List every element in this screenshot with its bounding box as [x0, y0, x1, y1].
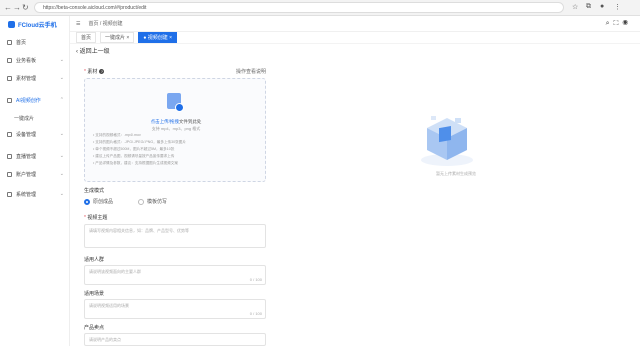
reload-icon[interactable]: ↻ — [22, 3, 29, 12]
logo-icon — [8, 20, 15, 28]
radio-dot — [84, 198, 90, 205]
sidebar-item-label: 账户管理 — [16, 171, 37, 178]
upload-hint: • 支持的视频格式：.mp4/.mov — [93, 133, 141, 137]
people-textarea[interactable]: 请说明该视频面向的主要人群 0 / 100 — [84, 265, 266, 285]
chevron-down-icon: ⌄ — [59, 131, 64, 137]
chevron-down-icon: ⌄ — [59, 171, 64, 177]
mode-radio-original[interactable]: 原创成品 — [84, 198, 113, 205]
sidebar-item-materials[interactable]: 素材管理 ⌄ — [0, 72, 70, 84]
chevron-down-icon: ⌄ — [59, 75, 64, 81]
chevron-down-icon: ⌄ — [59, 153, 64, 159]
upload-hint: • 产品详情及参数，建议：支持根据图片生成视频文案 — [93, 161, 178, 165]
sidebar-item-live[interactable]: 直播管理 ⌄ — [0, 150, 70, 162]
upload-file-icon — [167, 93, 184, 112]
video-icon — [7, 97, 12, 103]
title-textarea[interactable]: 请填写视频内容相关信息，如：品牌、产品型号、优势等 — [84, 224, 266, 248]
char-count: 0 / 100 — [249, 277, 262, 282]
user-icon — [7, 171, 12, 177]
sidebar-item-label: AI视频创作 — [16, 97, 41, 104]
profile-icon[interactable]: ● — [600, 3, 604, 10]
browser-toolbar: ← → ↻ https://beta-console.aicloud.com/#… — [0, 0, 640, 16]
top-bar: ☰ 首页 / 视频创建 ⌕⛶◉ — [70, 16, 640, 32]
sidebar-item-one-click[interactable]: 一键成片 — [0, 112, 70, 124]
upload-hint: • 单个视频不超过500M，图片不超过5M，最多10张 — [93, 147, 175, 151]
sidebar-item-accounts[interactable]: 账户管理 ⌄ — [0, 168, 70, 180]
tab-bar: 首页 一键成片 × ● 视频创建 × — [70, 32, 640, 44]
sidebar-item-home[interactable]: 首页 — [0, 36, 70, 48]
chevron-down-icon: ⌄ — [59, 191, 64, 197]
search-icon[interactable]: ⌕ — [606, 20, 614, 27]
sidebar-item-devices[interactable]: 设备管理 ⌄ — [0, 128, 70, 140]
gear-icon — [7, 191, 12, 197]
menu-icon[interactable]: ⋮ — [614, 3, 621, 11]
upload-dropzone[interactable]: 点击上传/拖拽文件到此处 支持 mp4、mp3、png 格式 • 支持的视频格式… — [84, 78, 266, 182]
bookmark-icon[interactable]: ☆ — [572, 3, 578, 11]
tab-video-create[interactable]: ● 视频创建 × — [138, 32, 178, 43]
sidebar-item-ai-video[interactable]: AI视频创作 ⌃ — [0, 94, 70, 106]
material-help-link[interactable]: 操作查看说明 — [236, 68, 266, 75]
back-link[interactable]: ‹ 返回上一级 — [76, 46, 110, 55]
radio-dot — [138, 198, 144, 205]
header-actions: ⌕⛶◉ — [606, 20, 632, 28]
upload-hint: • 支持的图片格式：.JPG/.JPEG/.PNG，最多上传30张图片 — [93, 140, 186, 144]
tab-home[interactable]: 首页 — [76, 32, 97, 43]
preview-panel: 暂无上传素材生成预览 — [272, 44, 640, 346]
device-icon — [7, 131, 12, 137]
empty-state-illustration — [421, 116, 473, 166]
sidebar-item-system[interactable]: 系统管理 ⌄ — [0, 188, 70, 200]
live-icon — [7, 153, 12, 159]
chevron-up-icon: ⌃ — [59, 97, 64, 103]
dashboard-icon — [7, 57, 12, 63]
breadcrumb-separator: / — [99, 21, 102, 27]
sidebar-item-label: 业务看板 — [16, 57, 37, 64]
char-count: 0 / 100 — [249, 311, 262, 316]
folder-icon — [7, 75, 12, 81]
selling-label: 产品卖点 — [84, 325, 105, 331]
back-arrow-icon[interactable]: ← — [4, 3, 12, 12]
sidebar-item-dashboard[interactable]: 业务看板 ⌄ — [0, 54, 70, 66]
breadcrumb-home[interactable]: 首页 — [88, 21, 98, 27]
logo-text: FCloud云手机 — [18, 22, 57, 29]
chevron-down-icon: ⌄ — [59, 57, 64, 63]
selling-textarea[interactable]: 请说明产品的卖点 — [84, 333, 266, 346]
sidebar-item-label: 一键成片 — [14, 115, 35, 122]
sidebar-item-label: 直播管理 — [16, 153, 37, 160]
material-label: * 素材? — [84, 69, 105, 75]
breadcrumb-current: 视频创建 — [102, 21, 123, 27]
mode-label: 生成模式 — [84, 188, 105, 194]
breadcrumb: 首页 / 视频创建 — [88, 20, 122, 27]
scene-label: 适用场景 — [84, 291, 105, 297]
help-icon[interactable]: ? — [99, 69, 105, 74]
home-icon — [7, 39, 12, 45]
tab-one-click[interactable]: 一键成片 × — [100, 32, 135, 43]
sidebar-item-label: 设备管理 — [16, 131, 37, 138]
forward-arrow-icon[interactable]: → — [13, 3, 21, 12]
app-logo[interactable]: FCloud云手机 — [0, 16, 69, 32]
title-label: * 视频主题 — [84, 215, 108, 221]
upload-title: 点击上传/拖拽文件到此处 — [150, 119, 202, 124]
upload-subtitle: 支持 mp4、mp3、png 格式 — [151, 126, 201, 131]
empty-state-text: 暂无上传素材生成预览 — [436, 171, 476, 176]
mode-radio-template[interactable]: 模板仿写 — [138, 198, 167, 205]
extensions-icon[interactable]: ⧉ — [586, 3, 591, 11]
people-label: 适用人群 — [84, 257, 105, 263]
sidebar-item-label: 系统管理 — [16, 191, 37, 198]
collapse-menu-icon[interactable]: ☰ — [76, 21, 80, 27]
address-bar[interactable]: https://beta-console.aicloud.com/#/produ… — [34, 2, 564, 13]
sidebar-item-label: 首页 — [16, 39, 27, 46]
upload-hint: • 建议上传产品图，视频请尽量按产品宣传要求上传 — [93, 154, 175, 158]
sidebar-item-label: 素材管理 — [16, 75, 37, 82]
scene-textarea[interactable]: 请说明视频适用的场景 0 / 100 — [84, 299, 266, 319]
upload-link[interactable]: 点击上传/拖拽 — [151, 119, 179, 124]
avatar[interactable]: ◉ — [622, 20, 632, 27]
sidebar: FCloud云手机 首页 业务看板 ⌄ 素材管理 ⌄ AI视频创作 ⌃ 一键成片 设备… — [0, 16, 70, 346]
